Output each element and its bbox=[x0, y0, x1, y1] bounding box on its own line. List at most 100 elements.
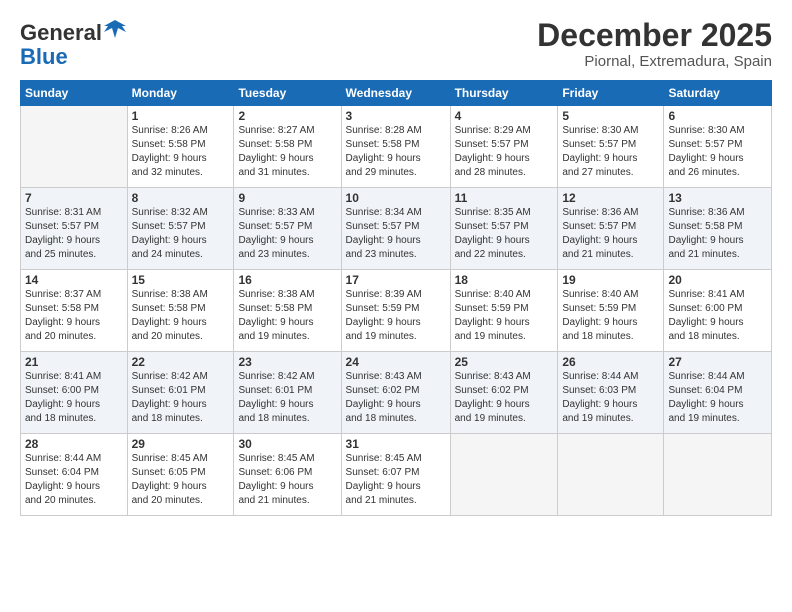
day-number: 4 bbox=[455, 109, 554, 123]
day-info: Sunrise: 8:29 AM Sunset: 5:57 PM Dayligh… bbox=[455, 124, 554, 180]
calendar-day-cell: 15Sunrise: 8:38 AM Sunset: 5:58 PM Dayli… bbox=[127, 270, 234, 352]
day-number: 21 bbox=[25, 355, 123, 369]
day-number: 3 bbox=[346, 109, 446, 123]
day-number: 12 bbox=[562, 191, 659, 205]
day-number: 20 bbox=[668, 273, 767, 287]
header-tuesday: Tuesday bbox=[234, 81, 341, 106]
day-number: 1 bbox=[132, 109, 230, 123]
day-info: Sunrise: 8:42 AM Sunset: 6:01 PM Dayligh… bbox=[132, 370, 230, 426]
day-info: Sunrise: 8:26 AM Sunset: 5:58 PM Dayligh… bbox=[132, 124, 230, 180]
calendar-day-cell bbox=[450, 434, 558, 516]
day-number: 19 bbox=[562, 273, 659, 287]
calendar-day-cell: 1Sunrise: 8:26 AM Sunset: 5:58 PM Daylig… bbox=[127, 106, 234, 188]
day-number: 11 bbox=[455, 191, 554, 205]
header-friday: Friday bbox=[558, 81, 664, 106]
day-info: Sunrise: 8:41 AM Sunset: 6:00 PM Dayligh… bbox=[25, 370, 123, 426]
calendar-day-cell: 3Sunrise: 8:28 AM Sunset: 5:58 PM Daylig… bbox=[341, 106, 450, 188]
day-info: Sunrise: 8:38 AM Sunset: 5:58 PM Dayligh… bbox=[132, 288, 230, 344]
logo-bird-icon bbox=[104, 18, 126, 40]
logo-general: General bbox=[20, 20, 102, 45]
day-info: Sunrise: 8:30 AM Sunset: 5:57 PM Dayligh… bbox=[562, 124, 659, 180]
day-info: Sunrise: 8:36 AM Sunset: 5:57 PM Dayligh… bbox=[562, 206, 659, 262]
calendar-day-cell bbox=[558, 434, 664, 516]
location: Piornal, Extremadura, Spain bbox=[537, 53, 772, 70]
day-info: Sunrise: 8:45 AM Sunset: 6:06 PM Dayligh… bbox=[238, 452, 336, 508]
calendar-day-cell: 31Sunrise: 8:45 AM Sunset: 6:07 PM Dayli… bbox=[341, 434, 450, 516]
day-number: 9 bbox=[238, 191, 336, 205]
calendar-day-cell: 11Sunrise: 8:35 AM Sunset: 5:57 PM Dayli… bbox=[450, 188, 558, 270]
calendar-day-cell: 22Sunrise: 8:42 AM Sunset: 6:01 PM Dayli… bbox=[127, 352, 234, 434]
header-wednesday: Wednesday bbox=[341, 81, 450, 106]
day-info: Sunrise: 8:38 AM Sunset: 5:58 PM Dayligh… bbox=[238, 288, 336, 344]
day-number: 25 bbox=[455, 355, 554, 369]
day-info: Sunrise: 8:31 AM Sunset: 5:57 PM Dayligh… bbox=[25, 206, 123, 262]
day-info: Sunrise: 8:40 AM Sunset: 5:59 PM Dayligh… bbox=[455, 288, 554, 344]
day-number: 31 bbox=[346, 437, 446, 451]
day-number: 13 bbox=[668, 191, 767, 205]
page: General Blue December 2025 Piornal, Extr… bbox=[0, 0, 792, 612]
title-block: December 2025 Piornal, Extremadura, Spai… bbox=[537, 18, 772, 70]
day-info: Sunrise: 8:37 AM Sunset: 5:58 PM Dayligh… bbox=[25, 288, 123, 344]
calendar-day-cell: 21Sunrise: 8:41 AM Sunset: 6:00 PM Dayli… bbox=[21, 352, 128, 434]
calendar-header-row: Sunday Monday Tuesday Wednesday Thursday… bbox=[21, 81, 772, 106]
calendar-day-cell: 8Sunrise: 8:32 AM Sunset: 5:57 PM Daylig… bbox=[127, 188, 234, 270]
day-info: Sunrise: 8:45 AM Sunset: 6:05 PM Dayligh… bbox=[132, 452, 230, 508]
month-title: December 2025 bbox=[537, 18, 772, 53]
calendar-day-cell: 19Sunrise: 8:40 AM Sunset: 5:59 PM Dayli… bbox=[558, 270, 664, 352]
calendar-day-cell: 20Sunrise: 8:41 AM Sunset: 6:00 PM Dayli… bbox=[664, 270, 772, 352]
calendar-week-row: 28Sunrise: 8:44 AM Sunset: 6:04 PM Dayli… bbox=[21, 434, 772, 516]
calendar-day-cell: 26Sunrise: 8:44 AM Sunset: 6:03 PM Dayli… bbox=[558, 352, 664, 434]
calendar-day-cell: 30Sunrise: 8:45 AM Sunset: 6:06 PM Dayli… bbox=[234, 434, 341, 516]
day-number: 2 bbox=[238, 109, 336, 123]
day-number: 5 bbox=[562, 109, 659, 123]
calendar-week-row: 7Sunrise: 8:31 AM Sunset: 5:57 PM Daylig… bbox=[21, 188, 772, 270]
header: General Blue December 2025 Piornal, Extr… bbox=[20, 18, 772, 70]
day-info: Sunrise: 8:43 AM Sunset: 6:02 PM Dayligh… bbox=[455, 370, 554, 426]
calendar-day-cell: 18Sunrise: 8:40 AM Sunset: 5:59 PM Dayli… bbox=[450, 270, 558, 352]
day-info: Sunrise: 8:44 AM Sunset: 6:03 PM Dayligh… bbox=[562, 370, 659, 426]
day-info: Sunrise: 8:42 AM Sunset: 6:01 PM Dayligh… bbox=[238, 370, 336, 426]
calendar-day-cell: 9Sunrise: 8:33 AM Sunset: 5:57 PM Daylig… bbox=[234, 188, 341, 270]
header-monday: Monday bbox=[127, 81, 234, 106]
day-number: 15 bbox=[132, 273, 230, 287]
day-number: 16 bbox=[238, 273, 336, 287]
day-number: 27 bbox=[668, 355, 767, 369]
calendar-week-row: 14Sunrise: 8:37 AM Sunset: 5:58 PM Dayli… bbox=[21, 270, 772, 352]
day-number: 23 bbox=[238, 355, 336, 369]
calendar-day-cell: 4Sunrise: 8:29 AM Sunset: 5:57 PM Daylig… bbox=[450, 106, 558, 188]
day-number: 22 bbox=[132, 355, 230, 369]
logo-blue: Blue bbox=[20, 44, 68, 69]
day-info: Sunrise: 8:39 AM Sunset: 5:59 PM Dayligh… bbox=[346, 288, 446, 344]
day-info: Sunrise: 8:43 AM Sunset: 6:02 PM Dayligh… bbox=[346, 370, 446, 426]
day-info: Sunrise: 8:45 AM Sunset: 6:07 PM Dayligh… bbox=[346, 452, 446, 508]
calendar-day-cell: 12Sunrise: 8:36 AM Sunset: 5:57 PM Dayli… bbox=[558, 188, 664, 270]
calendar-day-cell bbox=[21, 106, 128, 188]
calendar-week-row: 1Sunrise: 8:26 AM Sunset: 5:58 PM Daylig… bbox=[21, 106, 772, 188]
calendar-day-cell: 23Sunrise: 8:42 AM Sunset: 6:01 PM Dayli… bbox=[234, 352, 341, 434]
calendar-table: Sunday Monday Tuesday Wednesday Thursday… bbox=[20, 80, 772, 516]
calendar-day-cell: 27Sunrise: 8:44 AM Sunset: 6:04 PM Dayli… bbox=[664, 352, 772, 434]
day-info: Sunrise: 8:32 AM Sunset: 5:57 PM Dayligh… bbox=[132, 206, 230, 262]
calendar-week-row: 21Sunrise: 8:41 AM Sunset: 6:00 PM Dayli… bbox=[21, 352, 772, 434]
header-thursday: Thursday bbox=[450, 81, 558, 106]
day-number: 18 bbox=[455, 273, 554, 287]
calendar-day-cell: 5Sunrise: 8:30 AM Sunset: 5:57 PM Daylig… bbox=[558, 106, 664, 188]
day-info: Sunrise: 8:34 AM Sunset: 5:57 PM Dayligh… bbox=[346, 206, 446, 262]
day-info: Sunrise: 8:30 AM Sunset: 5:57 PM Dayligh… bbox=[668, 124, 767, 180]
calendar-day-cell: 13Sunrise: 8:36 AM Sunset: 5:58 PM Dayli… bbox=[664, 188, 772, 270]
logo: General Blue bbox=[20, 18, 126, 69]
day-info: Sunrise: 8:40 AM Sunset: 5:59 PM Dayligh… bbox=[562, 288, 659, 344]
calendar-day-cell: 16Sunrise: 8:38 AM Sunset: 5:58 PM Dayli… bbox=[234, 270, 341, 352]
day-number: 30 bbox=[238, 437, 336, 451]
day-info: Sunrise: 8:44 AM Sunset: 6:04 PM Dayligh… bbox=[25, 452, 123, 508]
calendar-day-cell: 7Sunrise: 8:31 AM Sunset: 5:57 PM Daylig… bbox=[21, 188, 128, 270]
calendar-day-cell: 17Sunrise: 8:39 AM Sunset: 5:59 PM Dayli… bbox=[341, 270, 450, 352]
calendar-day-cell: 28Sunrise: 8:44 AM Sunset: 6:04 PM Dayli… bbox=[21, 434, 128, 516]
calendar-day-cell bbox=[664, 434, 772, 516]
calendar-day-cell: 10Sunrise: 8:34 AM Sunset: 5:57 PM Dayli… bbox=[341, 188, 450, 270]
day-number: 24 bbox=[346, 355, 446, 369]
day-info: Sunrise: 8:35 AM Sunset: 5:57 PM Dayligh… bbox=[455, 206, 554, 262]
day-info: Sunrise: 8:28 AM Sunset: 5:58 PM Dayligh… bbox=[346, 124, 446, 180]
day-number: 17 bbox=[346, 273, 446, 287]
calendar-day-cell: 25Sunrise: 8:43 AM Sunset: 6:02 PM Dayli… bbox=[450, 352, 558, 434]
